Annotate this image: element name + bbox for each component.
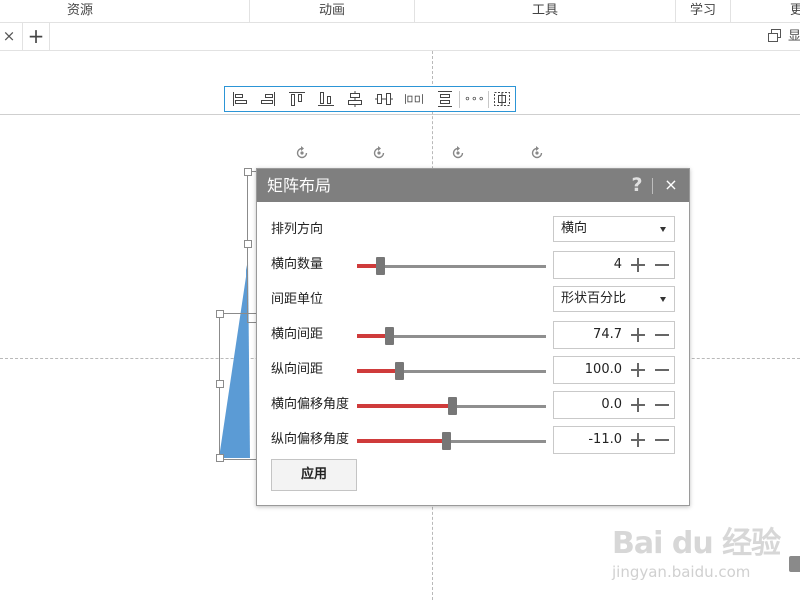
resize-handle[interactable] bbox=[244, 240, 252, 248]
resize-handle[interactable] bbox=[216, 380, 224, 388]
spacing-unit-label: 间距单位 bbox=[271, 292, 324, 307]
distribute-vertical-icon[interactable] bbox=[436, 91, 454, 107]
v-spacing-label: 纵向间距 bbox=[271, 362, 324, 377]
plus-icon[interactable] bbox=[630, 327, 646, 343]
menu-item-more[interactable]: 更 bbox=[790, 0, 800, 22]
v-offset-slider[interactable] bbox=[357, 432, 546, 450]
minus-icon[interactable] bbox=[654, 362, 670, 378]
h-spacing-spinbox[interactable]: 74.7 bbox=[553, 321, 675, 349]
slide-top-edge bbox=[0, 114, 800, 115]
menu-item-animation[interactable]: 动画 bbox=[250, 0, 414, 22]
slider-fill bbox=[357, 439, 446, 443]
scroll-edge-tab[interactable] bbox=[789, 556, 800, 572]
align-center-vertical-icon[interactable] bbox=[346, 91, 364, 107]
rotate-handle-icon[interactable] bbox=[450, 145, 466, 161]
distribute-horizontal-icon[interactable] bbox=[375, 91, 393, 107]
h-count-value[interactable]: 4 bbox=[614, 252, 622, 278]
dialog-title-bar[interactable]: 矩阵布局 ? × bbox=[257, 169, 689, 202]
document-tab-row: × + 显 bbox=[0, 23, 800, 51]
v-spacing-value[interactable]: 100.0 bbox=[585, 357, 622, 383]
h-spacing-label: 横向间距 bbox=[271, 327, 324, 342]
spacing-unit-value: 形状百分比 bbox=[561, 291, 627, 306]
h-count-slider[interactable] bbox=[357, 257, 546, 275]
menu-bar: 资源 动画 工具 学习 更 bbox=[0, 0, 800, 23]
resize-handle[interactable] bbox=[216, 310, 224, 318]
v-offset-label: 纵向偏移角度 bbox=[271, 432, 350, 447]
slider-thumb[interactable] bbox=[385, 327, 394, 345]
menu-item-tools[interactable]: 工具 bbox=[415, 0, 675, 22]
plus-icon[interactable] bbox=[630, 432, 646, 448]
watermark-url: jingyan.baidu.com bbox=[612, 563, 751, 581]
minus-icon[interactable] bbox=[654, 432, 670, 448]
distribute-horizontal-evenly-icon[interactable] bbox=[405, 91, 423, 107]
toolbar-divider bbox=[459, 91, 460, 108]
slider-thumb[interactable] bbox=[376, 257, 385, 275]
h-spacing-slider[interactable] bbox=[357, 327, 546, 345]
v-offset-spinbox[interactable]: -11.0 bbox=[553, 426, 675, 454]
menu-divider bbox=[730, 0, 731, 22]
minus-icon[interactable] bbox=[654, 327, 670, 343]
align-toolbar: ∘∘∘ bbox=[224, 86, 516, 112]
v-offset-value[interactable]: -11.0 bbox=[588, 427, 622, 453]
direction-label: 排列方向 bbox=[271, 222, 324, 237]
h-offset-spinbox[interactable]: 0.0 bbox=[553, 391, 675, 419]
align-bottom-icon[interactable] bbox=[317, 91, 335, 107]
v-spacing-spinbox[interactable]: 100.0 bbox=[553, 356, 675, 384]
align-left-icon[interactable] bbox=[231, 91, 249, 107]
rotate-handle-icon[interactable] bbox=[294, 145, 310, 161]
slider-fill bbox=[357, 369, 399, 373]
plus-icon[interactable] bbox=[630, 257, 646, 273]
title-divider bbox=[652, 178, 653, 194]
add-tab-button[interactable]: + bbox=[22, 23, 50, 50]
chevron-down-icon bbox=[660, 227, 666, 232]
toolbar-divider bbox=[488, 91, 489, 108]
direction-dropdown[interactable]: 横向 bbox=[553, 216, 675, 242]
chevron-down-icon bbox=[660, 297, 666, 302]
restore-window-icon[interactable] bbox=[768, 29, 782, 43]
spacing-unit-dropdown[interactable]: 形状百分比 bbox=[553, 286, 675, 312]
menu-item-resources[interactable]: 资源 bbox=[30, 0, 130, 22]
matrix-layout-icon[interactable] bbox=[493, 91, 511, 107]
align-top-icon[interactable] bbox=[288, 91, 306, 107]
matrix-layout-dialog: 矩阵布局 ? × 排列方向 横向 横向数量 4 间距单位 形状百分比 横向间距 … bbox=[256, 168, 690, 506]
help-icon[interactable]: ? bbox=[627, 173, 647, 197]
align-right-icon[interactable] bbox=[259, 91, 277, 107]
slider-thumb[interactable] bbox=[442, 432, 451, 450]
slider-thumb[interactable] bbox=[448, 397, 457, 415]
h-offset-slider[interactable] bbox=[357, 397, 546, 415]
slider-track bbox=[357, 265, 546, 268]
h-count-label: 横向数量 bbox=[271, 257, 324, 272]
minus-icon[interactable] bbox=[654, 397, 670, 413]
rotate-handle-icon[interactable] bbox=[529, 145, 545, 161]
h-spacing-value[interactable]: 74.7 bbox=[593, 322, 622, 348]
slider-fill bbox=[357, 404, 452, 408]
resize-handle[interactable] bbox=[216, 454, 224, 462]
dialog-title: 矩阵布局 bbox=[267, 176, 332, 195]
h-offset-value[interactable]: 0.0 bbox=[601, 392, 622, 418]
h-offset-label: 横向偏移角度 bbox=[271, 397, 350, 412]
close-icon[interactable]: × bbox=[661, 173, 681, 197]
close-tab-icon[interactable]: × bbox=[0, 23, 18, 50]
plus-icon[interactable] bbox=[630, 362, 646, 378]
apply-button[interactable]: 应用 bbox=[271, 459, 357, 491]
resize-handle[interactable] bbox=[244, 168, 252, 176]
h-count-spinbox[interactable]: 4 bbox=[553, 251, 675, 279]
plus-icon[interactable] bbox=[630, 397, 646, 413]
direction-value: 横向 bbox=[561, 221, 588, 236]
minus-icon[interactable] bbox=[654, 257, 670, 273]
menu-item-learn[interactable]: 学习 bbox=[676, 0, 730, 22]
v-spacing-slider[interactable] bbox=[357, 362, 546, 380]
selection-frame bbox=[219, 313, 258, 460]
rotate-handle-icon[interactable] bbox=[371, 145, 387, 161]
slider-thumb[interactable] bbox=[395, 362, 404, 380]
display-label[interactable]: 显 bbox=[788, 23, 800, 50]
watermark-logo: Bai du 经验 bbox=[612, 526, 781, 561]
more-icon[interactable]: ∘∘∘ bbox=[464, 90, 485, 108]
